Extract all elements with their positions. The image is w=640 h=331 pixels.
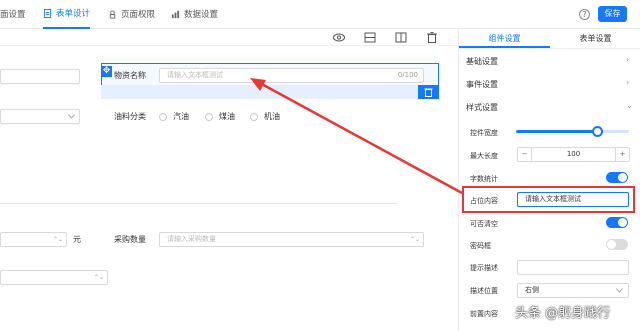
prop-prefix-label: 前置内容 (470, 310, 498, 318)
select-input[interactable] (0, 109, 80, 124)
radio-kerosene[interactable] (205, 113, 213, 121)
minus-button[interactable]: − (518, 148, 532, 161)
prop-hint-pos-label: 描述位置 (470, 287, 498, 295)
clearable-toggle[interactable] (606, 217, 628, 228)
stepper-arrows[interactable]: ⌃⌄ (94, 271, 104, 284)
prop-clearable-label: 可否清空 (470, 220, 498, 228)
chevron-right-icon: › (626, 55, 630, 64)
layout-rows-icon[interactable] (364, 32, 376, 43)
purchase-qty-input[interactable]: 请输入采购数量 ⌃⌄ (159, 232, 424, 247)
width-slider-fill (516, 130, 598, 133)
plus-button[interactable]: + (615, 148, 629, 161)
field-action-bar (101, 85, 439, 99)
width-slider-handle[interactable] (591, 126, 603, 137)
prop-char-count-label: 字数统计 (470, 175, 498, 183)
tab-data-settings[interactable]: 数据设置 (171, 0, 218, 29)
hint-input[interactable] (517, 260, 629, 275)
tab-page-settings[interactable]: 面设置 (0, 0, 26, 29)
radio-engine-oil[interactable] (250, 113, 258, 121)
chevron-down-icon (68, 114, 75, 119)
stepper-arrows[interactable]: ⌃⌄ (410, 233, 420, 246)
tab-form-design[interactable]: 表单设计 (43, 0, 91, 29)
prop-maxlen-label: 最大长度 (470, 152, 498, 160)
trash-icon (424, 88, 433, 97)
material-name-input[interactable]: 请输入文本框测试 0/100 (159, 68, 424, 83)
prop-width-label: 控件宽度 (470, 129, 498, 137)
document-icon (43, 9, 52, 18)
radio-gasoline[interactable] (159, 113, 167, 121)
char-count-toggle[interactable] (606, 172, 628, 183)
canvas-toolbar (0, 29, 457, 46)
save-button[interactable]: 保存 (598, 6, 627, 22)
maxlen-stepper[interactable]: − 100 + (517, 147, 630, 162)
radio-label: 汽油 (173, 112, 189, 121)
prop-password-label: 密码框 (470, 242, 491, 250)
delete-field-button[interactable] (418, 85, 439, 99)
tab-component-settings[interactable]: 组件设置 (459, 29, 550, 48)
hint-pos-select[interactable]: 右侧 (517, 283, 629, 298)
stepper-arrows[interactable]: ⌃⌄ (53, 233, 63, 246)
width-slider-track[interactable] (516, 126, 629, 137)
watermark: 头条 @躬身践行 (515, 306, 611, 321)
chevron-down-icon: ⌄ (626, 101, 633, 110)
unit-suffix: 元 (73, 235, 81, 244)
maxlen-value: 100 (566, 150, 581, 158)
section-divider (0, 203, 398, 204)
radio-label: 煤油 (219, 112, 235, 121)
input-placeholder: 请输入文本框测试 (167, 71, 223, 79)
tab-page-permission[interactable]: 页面权限 (108, 0, 155, 29)
tab-label: 表单设计 (56, 8, 91, 19)
password-toggle[interactable] (606, 239, 628, 250)
radio-label: 机油 (264, 112, 280, 121)
tab-form-settings[interactable]: 表单设置 (550, 29, 640, 48)
text-input[interactable] (0, 69, 80, 84)
section-style[interactable]: 样式设置 (466, 102, 498, 113)
purchase-qty-label: 采购数量 (114, 235, 146, 244)
amount-input[interactable]: ⌃⌄ (0, 232, 67, 247)
fuel-type-label: 油料分类 (114, 112, 146, 121)
input-placeholder: 请输入采购数量 (167, 235, 216, 243)
select-value: 右侧 (525, 286, 539, 294)
number-input[interactable]: ⌃⌄ (0, 270, 108, 285)
tab-divider (459, 48, 640, 49)
trash-icon[interactable] (426, 32, 438, 43)
char-counter: 0/100 (397, 71, 418, 79)
highlight-box (462, 186, 635, 213)
layout-columns-icon[interactable] (395, 32, 407, 43)
section-basic[interactable]: 基础设置 (466, 56, 498, 67)
eye-icon[interactable] (333, 32, 345, 43)
move-icon[interactable]: ✥ (101, 66, 112, 77)
tab-label: 页面权限 (121, 9, 156, 20)
tab-label: 面设置 (0, 9, 26, 20)
prop-hint-label: 提示描述 (470, 264, 498, 272)
chevron-right-icon: › (626, 78, 630, 87)
section-events[interactable]: 事件设置 (466, 79, 498, 90)
tab-label: 数据设置 (184, 9, 219, 20)
help-icon[interactable]: ? (579, 9, 590, 20)
field-label: 物资名称 (114, 71, 146, 80)
lock-icon (109, 10, 116, 19)
top-nav: 面设置 表单设计 页面权限 数据设置 ? 保存 (0, 0, 640, 29)
chevron-down-icon (616, 288, 623, 293)
chart-icon (171, 10, 180, 19)
